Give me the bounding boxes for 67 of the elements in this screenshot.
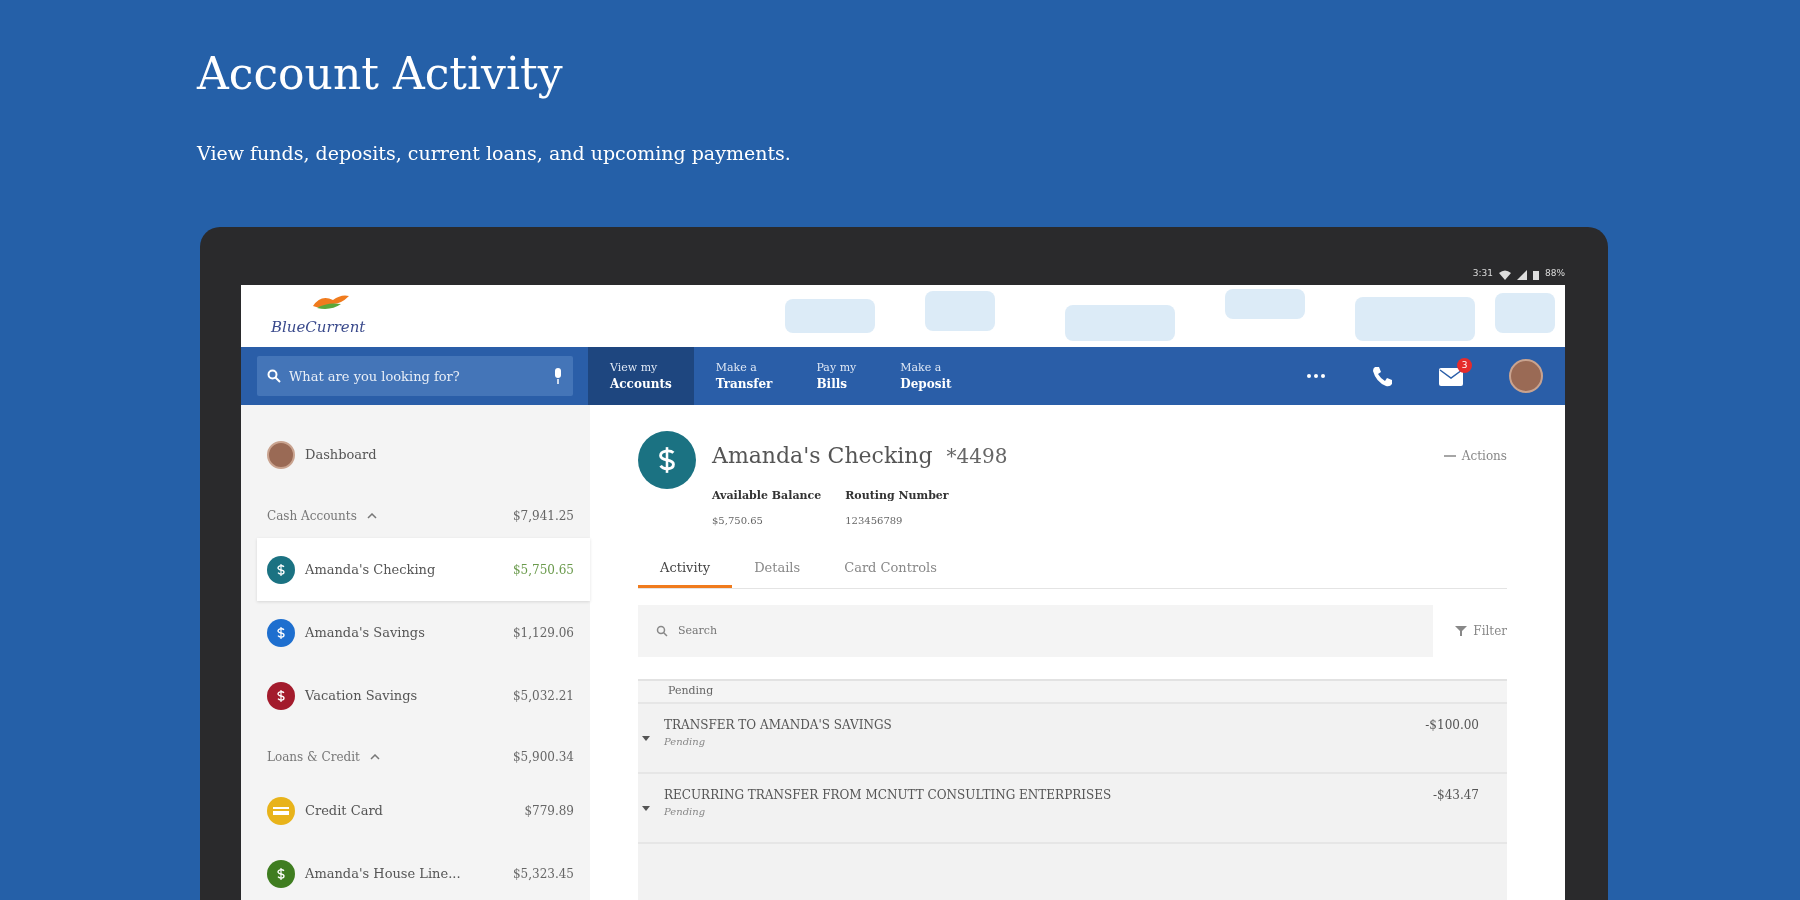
notification-badge: 3 xyxy=(1457,358,1472,374)
transaction-status: Pending xyxy=(664,734,707,749)
microphone-icon[interactable] xyxy=(553,368,563,385)
field-label: Routing Number xyxy=(845,488,949,505)
caret-down-icon[interactable] xyxy=(642,735,650,741)
content-tab[interactable]: Details xyxy=(732,551,823,589)
user-avatar[interactable] xyxy=(1509,359,1543,394)
field-value: 123456789 xyxy=(845,513,904,528)
field-value: $5,750.65 xyxy=(712,513,764,528)
content-tab[interactable]: Card Controls xyxy=(822,551,959,589)
wifi-icon xyxy=(1499,270,1511,281)
nav-tab[interactable]: Make a Transfer xyxy=(693,347,795,406)
field-label: Available Balance xyxy=(712,488,822,505)
actions-button[interactable]: Actions xyxy=(1421,446,1507,465)
page-subtitle: View funds, deposits, current loans, and upcoming payments. xyxy=(197,140,792,166)
section-header: Pending xyxy=(638,679,1507,702)
search-field[interactable]: What are you looking for? xyxy=(257,356,573,397)
account-amount: $5,323.45 xyxy=(512,865,574,883)
logo-text: BlueCurrent xyxy=(271,317,366,339)
nav-tab[interactable]: Pay my Bills xyxy=(794,347,879,406)
group-label: Loans & Credit xyxy=(267,749,360,767)
search-icon xyxy=(656,625,668,638)
phone-button[interactable] xyxy=(1371,365,1393,388)
account-name: Amanda's Checking xyxy=(712,442,933,471)
caret-down-icon[interactable] xyxy=(642,805,650,811)
content-tab[interactable]: Activity xyxy=(638,551,733,589)
dollar-icon xyxy=(638,431,696,490)
account-number: *4498 xyxy=(946,442,1008,470)
mail-icon xyxy=(1439,367,1463,386)
account-item[interactable]: Amanda's Savings $1,129.06 xyxy=(241,601,590,665)
account-amount: $5,032.21 xyxy=(512,687,574,705)
signal-icon xyxy=(1517,270,1527,281)
chevron-up-icon[interactable] xyxy=(369,754,380,761)
account-amount: $1,129.06 xyxy=(512,624,574,642)
group-label: Cash Accounts xyxy=(267,508,357,526)
page-headline: Account Activity xyxy=(197,48,564,101)
transaction-row[interactable]: TRANSFER TO AMANDA'S SAVINGS Pending -$100.00 xyxy=(638,701,1507,772)
sidebar-item[interactable]: Dashboard xyxy=(241,423,590,487)
nav-tab[interactable]: View my Accounts xyxy=(588,347,694,406)
account-item[interactable]: Amanda's Checking $5,750.65 xyxy=(257,538,590,602)
more-button[interactable] xyxy=(1307,374,1325,379)
account-item[interactable]: Vacation Savings $5,032.21 xyxy=(241,664,590,728)
filter-button[interactable]: Filter xyxy=(1433,605,1507,658)
account-item[interactable]: Credit Card $779.89 xyxy=(241,779,590,843)
transaction-status: Pending xyxy=(664,804,707,819)
transaction-amount: -$43.47 xyxy=(1432,786,1479,804)
chevron-up-icon[interactable] xyxy=(366,513,377,520)
account-amount: $5,750.65 xyxy=(512,561,574,579)
status-time: 3:31 xyxy=(1472,266,1493,280)
group-total: $7,941.25 xyxy=(512,508,574,526)
mail-button[interactable] xyxy=(1439,367,1463,386)
transaction-row[interactable]: RECURRING TRANSFER FROM MCNUTT CONSULTING ENTERPRISES Pending -$43.47 xyxy=(638,771,1507,842)
user-avatar xyxy=(267,440,295,469)
search-field[interactable]: Search xyxy=(638,605,1434,658)
transaction-description: RECURRING TRANSFER FROM MCNUTT CONSULTING ENTERPRISES xyxy=(664,786,1112,804)
nav-tab[interactable]: Make a Deposit xyxy=(878,347,974,406)
transaction-description: TRANSFER TO AMANDA'S SAVINGS xyxy=(664,716,892,734)
transaction-amount: -$100.00 xyxy=(1425,716,1479,734)
account-item[interactable]: Amanda's House Line... $5,323.45 xyxy=(241,842,590,900)
group-total: $5,900.34 xyxy=(512,749,574,767)
search-icon xyxy=(267,369,281,384)
more-icon xyxy=(1307,374,1325,379)
account-amount: $779.89 xyxy=(524,802,574,820)
battery-level: 88% xyxy=(1545,266,1565,280)
battery-icon xyxy=(1533,270,1539,281)
filter-icon xyxy=(1455,626,1468,637)
phone-icon xyxy=(1371,365,1393,388)
